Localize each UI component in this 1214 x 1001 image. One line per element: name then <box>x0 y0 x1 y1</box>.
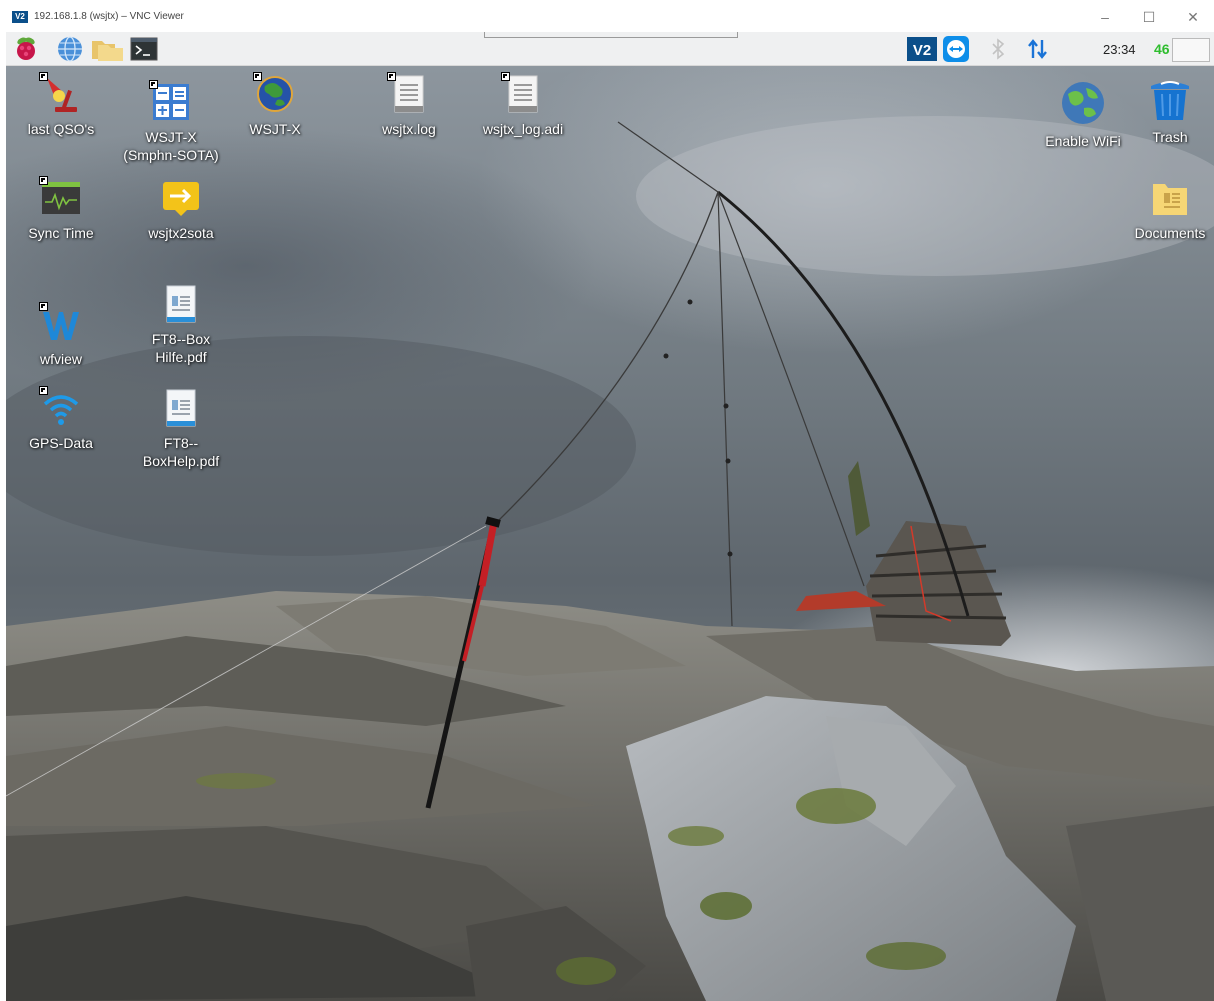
file-manager-icon[interactable] <box>90 35 123 63</box>
shortcut-arrow-icon <box>149 80 158 89</box>
vnc-server-icon[interactable]: V2 <box>906 35 938 63</box>
pdf-document-icon <box>161 388 201 428</box>
minimize-button[interactable]: – <box>1090 6 1120 28</box>
desktop-icon-label: WSJT-X <box>249 121 301 137</box>
wsjtx-smphn-sota-icon[interactable]: WSJT-X (Smphn-SOTA) <box>116 80 226 164</box>
text-file-icon <box>387 72 429 114</box>
desktop-icon-label: wfview <box>39 351 82 367</box>
shortcut-arrow-icon <box>501 72 510 81</box>
sync-time-icon[interactable]: Sync Time <box>6 176 116 242</box>
wsjtx-icon[interactable]: WSJT-X <box>220 72 330 138</box>
window-title: 192.168.1.8 (wsjtx) – VNC Viewer <box>34 11 184 22</box>
desktop-icon-label: Documents <box>1134 225 1206 241</box>
documents-icon[interactable]: Documents <box>1122 178 1214 242</box>
trash-icon[interactable]: Trash <box>1122 76 1214 146</box>
gps-data-icon[interactable]: GPS-Data <box>6 386 116 452</box>
wfview-icon[interactable]: wfview <box>6 302 116 368</box>
taskbar-clock[interactable]: 23:34 <box>1103 42 1136 57</box>
bluetooth-icon[interactable] <box>988 35 1008 63</box>
shortcut-arrow-icon <box>39 386 48 395</box>
shortcut-arrow-icon <box>39 72 48 81</box>
wsjtx-log-icon[interactable]: wsjtx.log <box>354 72 464 138</box>
shortcut-arrow-icon <box>39 302 48 311</box>
desktop-icon-label: wsjtx_log.adi <box>482 121 564 137</box>
w-logo-icon <box>39 302 81 344</box>
terminal-icon[interactable] <box>130 35 158 63</box>
close-button[interactable]: ✕ <box>1178 6 1208 28</box>
arrow-sign-icon <box>161 178 201 218</box>
globe-icon <box>253 72 295 114</box>
vnc-viewer-logo-icon: V2 <box>12 11 28 23</box>
calculator-icon <box>149 80 191 122</box>
desktop-icon-label: wsjtx2sota <box>148 225 214 241</box>
desktop-icon-label: wsjtx.log <box>382 121 436 137</box>
cpu-usage-graph[interactable] <box>1172 38 1210 62</box>
shortcut-arrow-icon <box>253 72 262 81</box>
taskbar: V2 23:34 46 <box>6 32 1214 66</box>
pdf-document-icon <box>161 284 201 324</box>
earth-icon <box>1060 80 1106 126</box>
wifi-icon <box>39 386 81 428</box>
shortcut-arrow-icon <box>39 176 48 185</box>
network-arrows-icon[interactable] <box>1026 35 1050 63</box>
desktop-icon-label: FT8-- BoxHelp.pdf <box>142 435 220 469</box>
wsjtx-log-adi-icon[interactable]: wsjtx_log.adi <box>468 72 578 138</box>
desktop[interactable]: last QSO's WSJT-X (Smphn-SOTA) WSJT-X ws… <box>6 66 1214 1001</box>
svg-text:V2: V2 <box>913 42 931 59</box>
teamviewer-icon[interactable] <box>942 35 970 63</box>
web-browser-icon[interactable] <box>56 35 84 63</box>
vnc-title-bar: V2 192.168.1.8 (wsjtx) – VNC Viewer – ☐ … <box>0 0 1214 32</box>
desktop-icon-label: Trash <box>1152 129 1188 145</box>
ft8-box-hilfe-icon[interactable]: FT8--Box Hilfe.pdf <box>126 284 236 366</box>
lamp-icon <box>39 72 81 114</box>
desktop-icon-label: Sync Time <box>28 225 94 241</box>
last-qsos-icon[interactable]: last QSO's <box>6 72 116 138</box>
desktop-icon-label: FT8--Box Hilfe.pdf <box>151 331 211 365</box>
trash-bin-icon <box>1147 76 1193 122</box>
taskbar-window-button-group[interactable] <box>484 32 738 38</box>
shortcut-arrow-icon <box>387 72 396 81</box>
maximize-button[interactable]: ☐ <box>1134 6 1164 28</box>
text-file-icon <box>501 72 543 114</box>
desktop-icon-label: GPS-Data <box>29 435 93 451</box>
cpu-usage-value: 46 <box>1154 41 1170 57</box>
raspberry-menu-icon[interactable] <box>12 35 40 63</box>
monitor-waveform-icon <box>39 176 81 218</box>
desktop-icon-label: WSJT-X (Smphn-SOTA) <box>123 129 219 163</box>
desktop-icon-label: last QSO's <box>27 121 95 137</box>
folder-icon <box>1150 178 1190 218</box>
wsjtx2sota-icon[interactable]: wsjtx2sota <box>126 178 236 242</box>
ft8-boxhelp-icon[interactable]: FT8-- BoxHelp.pdf <box>126 388 236 470</box>
